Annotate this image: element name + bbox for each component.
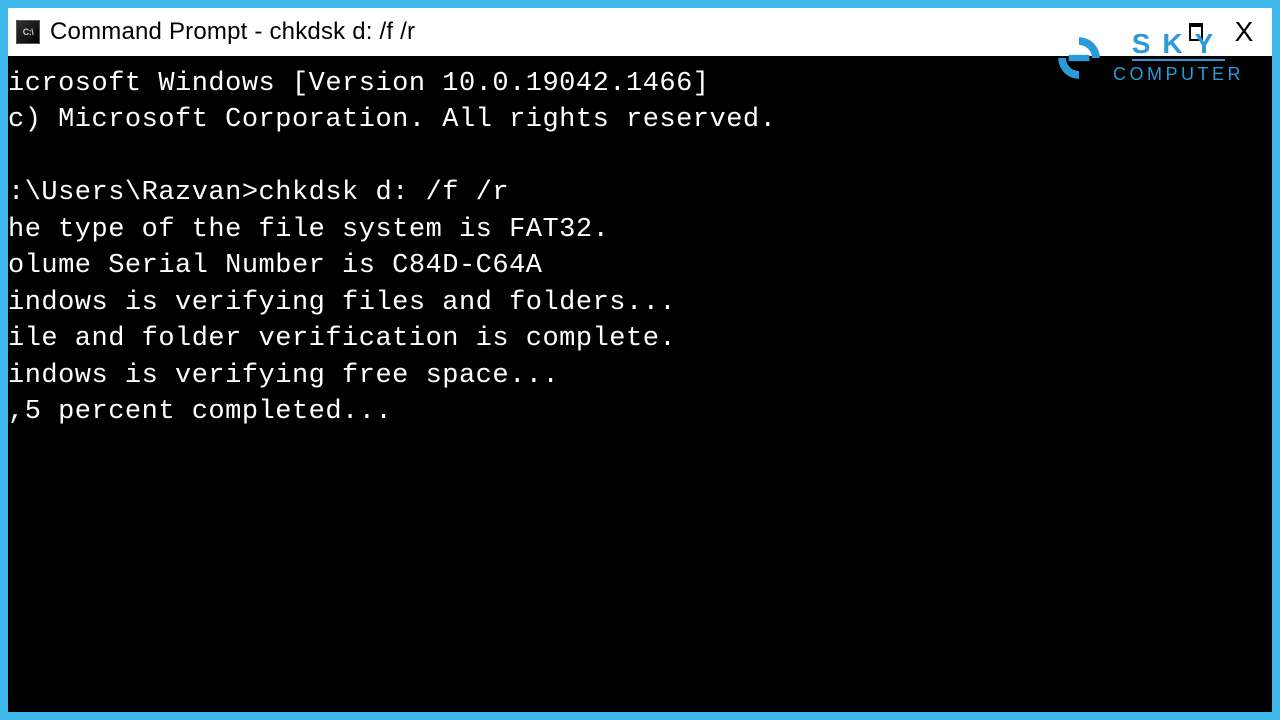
watermark-logo: SKY COMPUTER <box>1053 30 1244 85</box>
cmd-icon: C:\ <box>16 20 40 44</box>
logo-mark-icon <box>1053 32 1105 84</box>
window-title: Command Prompt - chkdsk d: /f /r <box>50 18 1172 46</box>
logo-line2: COMPUTER <box>1113 64 1244 85</box>
terminal-output[interactable]: icrosoft Windows [Version 10.0.19042.146… <box>8 56 1272 712</box>
logo-text: SKY COMPUTER <box>1113 30 1244 85</box>
logo-line1: SKY <box>1132 30 1226 61</box>
command-prompt-window: C:\ Command Prompt - chkdsk d: /f /r X i… <box>8 8 1272 712</box>
